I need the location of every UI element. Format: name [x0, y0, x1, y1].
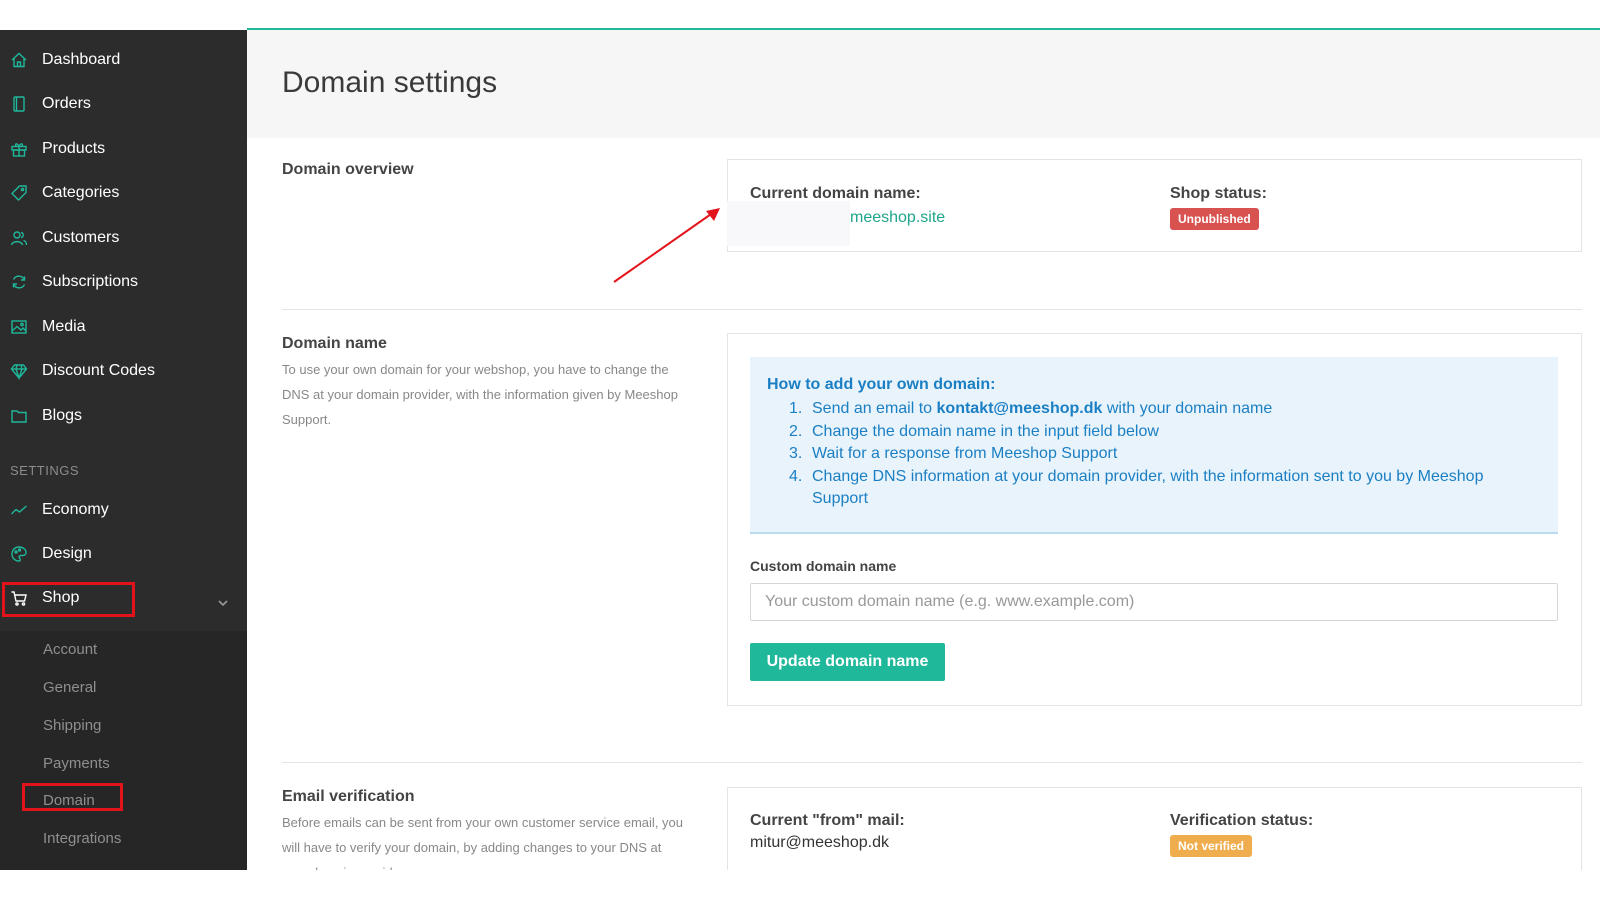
sidebar-item-categories[interactable]: Categories [0, 173, 247, 213]
custom-domain-input[interactable] [750, 583, 1558, 621]
step-number: 4. [789, 467, 803, 485]
section-title-email-verification: Email verification [282, 788, 415, 805]
page-header: Domain settings [247, 30, 1600, 138]
shop-status-badge: Unpublished [1170, 208, 1259, 230]
sidebar-item-subscriptions[interactable]: Subscriptions [0, 262, 247, 302]
sidebar-item-label: Dashboard [42, 51, 121, 68]
list-item: 1. Send an email to kontakt@meeshop.dk wi… [767, 398, 1537, 421]
step-number: 3. [789, 445, 803, 462]
folder-icon [10, 407, 28, 425]
chart-line-icon [10, 501, 28, 519]
sidebar-item-label: Categories [42, 184, 120, 201]
tag-icon [10, 184, 28, 202]
sidebar-item-label: Media [42, 318, 86, 335]
step-number: 1. [789, 400, 803, 417]
image-icon [10, 318, 28, 336]
refresh-icon [10, 273, 28, 291]
sidebar-item-blogs[interactable]: Blogs [0, 396, 247, 436]
from-mail-label: Current "from" mail: [750, 812, 905, 829]
domain-overview-card: Current domain name: Shop status: Unpubl… [727, 159, 1582, 252]
submenu-item-general[interactable]: General [43, 679, 96, 696]
sidebar-item-orders[interactable]: Orders [0, 84, 247, 124]
how-to-info-box: How to add your own domain: 1. Send an em… [750, 357, 1558, 534]
verification-status-label: Verification status: [1170, 812, 1314, 829]
step-text: with your domain name [1102, 400, 1273, 417]
list-item: 3. Wait for a response from Meeshop Suppo… [767, 443, 1537, 466]
from-mail-value: mitur@meeshop.dk [750, 834, 889, 851]
sidebar-item-customers[interactable]: Customers [0, 218, 247, 258]
sidebar-item-dashboard[interactable]: Dashboard [0, 40, 247, 80]
highlight-annotation-domain [22, 783, 123, 811]
submenu-item-payments[interactable]: Payments [43, 755, 110, 772]
sidebar-item-label: Subscriptions [42, 273, 139, 290]
custom-domain-label: Custom domain name [750, 558, 897, 574]
update-domain-button[interactable]: Update domain name [750, 643, 945, 681]
settings-section-label: SETTINGS [10, 463, 80, 478]
redacted-subdomain [727, 201, 850, 246]
step-text: Send an email to [812, 400, 937, 417]
sidebar-item-media[interactable]: Media [0, 307, 247, 347]
sidebar-item-economy[interactable]: Economy [0, 490, 247, 530]
app-window: Dashboard Orders Products Categories Cus… [0, 0, 1600, 870]
home-icon [10, 51, 28, 69]
info-box-title: How to add your own domain: [767, 376, 996, 393]
contact-email-link[interactable]: kontakt@meeshop.dk [937, 400, 1103, 417]
sidebar-item-label: Orders [42, 95, 91, 112]
highlight-annotation-shop [2, 582, 135, 617]
shop-submenu: Account General Shipping Payments Domain… [0, 631, 247, 870]
palette-icon [10, 545, 28, 563]
arrow-annotation [613, 208, 720, 283]
list-item: 4. Change DNS information at your domain … [767, 466, 1537, 511]
verification-status-badge: Not verified [1170, 835, 1253, 857]
email-verification-description: Before emails can be sent from your own … [282, 815, 684, 870]
diamond-icon [10, 362, 28, 380]
section-divider [282, 762, 1582, 763]
book-icon [10, 95, 28, 113]
chevron-down-icon[interactable] [216, 596, 230, 610]
users-icon [10, 229, 28, 247]
step-number: 2. [789, 422, 803, 440]
sidebar-item-design[interactable]: Design [0, 534, 247, 574]
list-item: 2. Change the domain name in the input fi… [767, 421, 1537, 444]
how-to-steps-list: 1. Send an email to kontakt@meeshop.dk wi… [767, 398, 1537, 511]
submenu-item-shipping[interactable]: Shipping [43, 717, 101, 734]
step-text: Wait for a response from Meeshop Support [812, 445, 1118, 462]
section-divider [282, 309, 1582, 310]
sidebar-item-label: Discount Codes [42, 362, 155, 379]
email-verification-card: Current "from" mail: mitur@meeshop.dk Ve… [727, 787, 1582, 870]
current-domain-link[interactable]: meeshop.site [850, 209, 945, 227]
sidebar: Dashboard Orders Products Categories Cus… [0, 30, 247, 870]
sidebar-item-label: Products [42, 140, 106, 157]
section-title-domain-overview: Domain overview [282, 161, 414, 178]
sidebar-item-label: Design [42, 545, 92, 562]
sidebar-item-products[interactable]: Products [0, 129, 247, 169]
sidebar-item-label: Customers [42, 229, 120, 246]
section-title-domain-name: Domain name [282, 335, 387, 352]
gift-icon [10, 140, 28, 158]
submenu-item-account[interactable]: Account [43, 641, 97, 658]
page-title: Domain settings [282, 66, 498, 99]
domain-name-description: To use your own domain for your webshop,… [282, 362, 678, 427]
step-text: Change the domain name in the input fiel… [812, 422, 1159, 440]
sidebar-item-label: Blogs [42, 407, 83, 424]
shop-status-label: Shop status: [1170, 185, 1267, 202]
submenu-item-integrations[interactable]: Integrations [43, 830, 121, 847]
sidebar-item-label: Economy [42, 501, 109, 518]
step-text: Change DNS information at your domain pr… [812, 467, 1484, 508]
sidebar-item-discount-codes[interactable]: Discount Codes [0, 351, 247, 391]
